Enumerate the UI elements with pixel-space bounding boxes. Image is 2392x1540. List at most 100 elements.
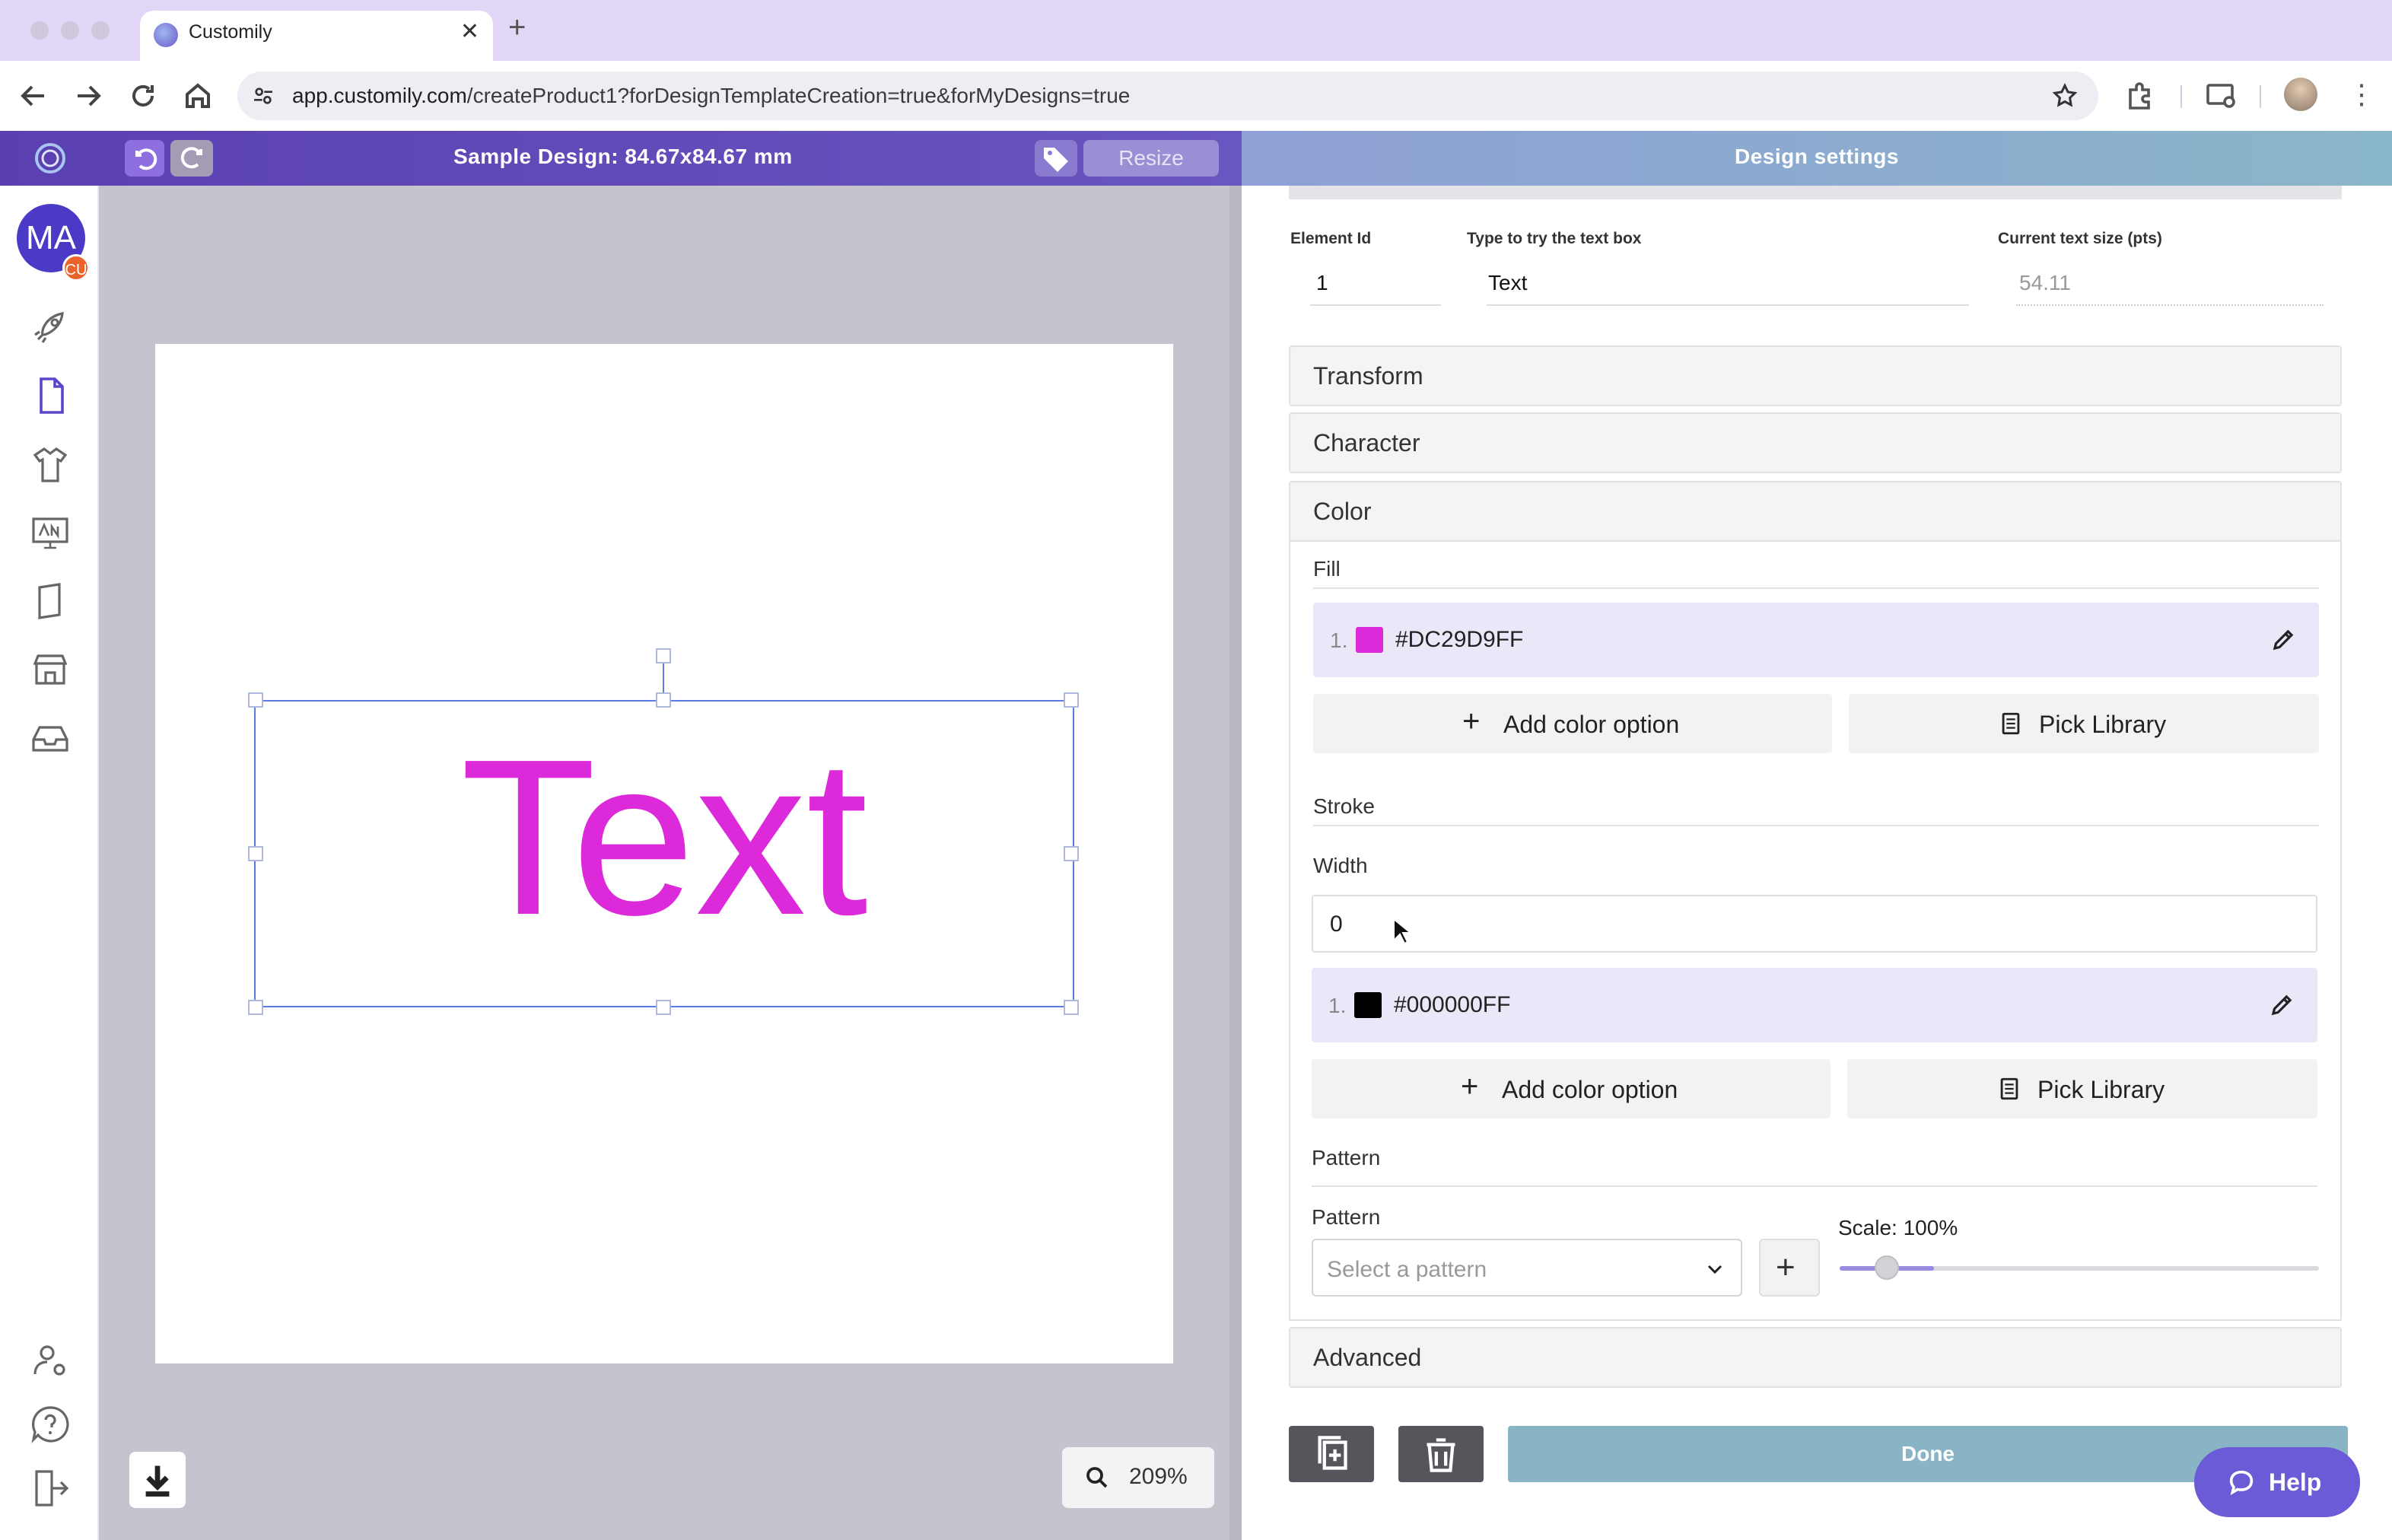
design-settings-panel: Element Id 1 Type to try the text box Te… [1242,186,2392,1540]
fill-add-color-label: Add color option [1503,711,1680,738]
redo-button[interactable] [170,140,213,177]
stroke-divider [1313,825,2319,826]
site-settings-icon[interactable] [251,84,275,108]
logout-icon[interactable] [29,1467,72,1510]
help-circle-icon[interactable] [29,1403,72,1446]
try-text-input[interactable]: Text [1488,271,1527,295]
pencil-icon[interactable] [2267,991,2296,1020]
fill-color-hex: #DC29D9FF [1395,627,1524,652]
back-icon[interactable] [15,78,52,114]
store-icon[interactable] [29,648,72,691]
resize-handle-bottom[interactable] [656,1000,671,1015]
resize-handle-top-left[interactable] [248,692,263,708]
monitor-icon[interactable] [29,511,72,554]
color-title: Color [1313,498,1372,525]
text-size-label: Current text size (pts) [1998,230,2162,247]
plus-icon: + [1462,705,1481,738]
window-maximize-dot[interactable] [91,21,110,40]
inbox-icon[interactable] [29,717,72,759]
rotate-handle[interactable] [656,648,671,663]
stroke-title: Stroke [1313,794,1375,818]
document-icon[interactable] [29,374,72,417]
url-domain: app.customily.com [292,84,467,107]
stroke-pick-library-button[interactable]: Pick Library [1847,1059,2317,1118]
rocket-icon[interactable] [29,306,72,348]
browser-toolbar: app.customily.com/createProduct1?forDesi… [0,61,2392,131]
address-bar[interactable]: app.customily.com/createProduct1?forDesi… [237,72,2098,120]
browser-menu-icon[interactable]: ⋮ [2348,78,2375,111]
canvas-scrollbar[interactable] [1229,186,1242,1540]
resize-handle-bottom-left[interactable] [248,1000,263,1015]
resize-handle-top[interactable] [656,692,671,708]
pattern-field-label: Pattern [1312,1205,1381,1229]
tab-close-icon[interactable]: ✕ [460,18,479,45]
help-label: Help [2269,1468,2322,1496]
reload-icon[interactable] [125,78,161,114]
fill-color-row[interactable]: 1. #DC29D9FF [1313,603,2319,677]
pattern-divider [1312,1185,2317,1187]
url-text: app.customily.com/createProduct1?forDesi… [292,84,1130,108]
stroke-width-value: 0 [1330,912,1343,937]
toolbar-divider [2180,85,2182,108]
stroke-pick-library-label: Pick Library [2037,1076,2165,1103]
resize-handle-bottom-right[interactable] [1064,1000,1079,1015]
zoom-search-icon[interactable] [1083,1464,1111,1491]
tag-button[interactable] [1035,140,1077,177]
fill-add-color-button[interactable]: + Add color option [1313,694,1832,753]
new-tab-icon[interactable]: + [508,11,526,45]
window-close-dot[interactable] [30,21,49,40]
delete-button[interactable] [1398,1426,1484,1482]
color-section[interactable]: Color [1289,481,2342,542]
extensions-icon[interactable] [2121,78,2158,114]
bookmark-star-icon[interactable] [2051,82,2079,110]
scale-slider-thumb[interactable] [1875,1255,1899,1280]
resize-handle-right[interactable] [1064,846,1079,861]
text-size-value: 54.11 [2019,271,2071,294]
forward-icon[interactable] [70,78,107,114]
pencil-icon[interactable] [2269,625,2298,654]
pattern-placeholder: Select a pattern [1327,1257,1487,1282]
stroke-color-row[interactable]: 1. #000000FF [1312,968,2317,1042]
resize-button[interactable]: Resize [1083,140,1219,177]
library-icon [1996,1076,2022,1102]
editor-header: Sample Design: 84.67x84.67 mm Resize [0,131,1242,186]
customily-logo-icon[interactable] [33,142,67,175]
home-icon[interactable] [180,78,216,114]
tshirt-icon[interactable] [29,443,72,485]
user-settings-icon[interactable] [29,1339,72,1382]
duplicate-button[interactable] [1289,1426,1374,1482]
favicon-icon [154,23,178,47]
stroke-add-color-button[interactable]: + Add color option [1312,1059,1831,1118]
resize-handle-left[interactable] [248,846,263,861]
undo-button[interactable] [125,140,164,177]
pattern-select[interactable]: Select a pattern [1312,1239,1742,1297]
browser-tab-bar: Customily ✕ + [0,0,2392,61]
resize-handle-top-right[interactable] [1064,692,1079,708]
avatar-badge: CU [62,254,90,282]
character-section[interactable]: Character [1289,412,2342,473]
fill-color-swatch[interactable] [1356,627,1383,653]
media-search-icon[interactable] [2203,78,2240,114]
help-button[interactable]: Help [2194,1447,2360,1517]
pattern-add-button[interactable]: + [1759,1239,1820,1297]
selection-box[interactable] [254,700,1074,1007]
stroke-color-hex: #000000FF [1394,992,1511,1017]
book-icon[interactable] [29,580,72,622]
element-id-label: Element Id [1290,230,1372,247]
transform-section[interactable]: Transform [1289,345,2342,406]
stroke-width-input[interactable]: 0 [1312,895,2317,953]
chevron-down-icon [1703,1257,1727,1281]
browser-tab[interactable]: Customily ✕ [140,11,493,61]
stroke-color-swatch[interactable] [1354,992,1382,1018]
fill-pick-library-label: Pick Library [2039,711,2167,738]
stroke-color-index: 1. [1328,994,1347,1017]
fill-pick-library-button[interactable]: Pick Library [1849,694,2319,753]
zoom-control[interactable]: 209% [1062,1447,1214,1508]
text-size-underline [2016,304,2324,306]
left-sidebar: MA CU [0,186,99,1540]
profile-avatar[interactable] [2284,78,2317,111]
window-minimize-dot[interactable] [61,21,79,40]
download-button[interactable] [129,1452,186,1508]
advanced-section[interactable]: Advanced [1289,1327,2342,1388]
element-id-input[interactable]: 1 [1316,271,1328,295]
